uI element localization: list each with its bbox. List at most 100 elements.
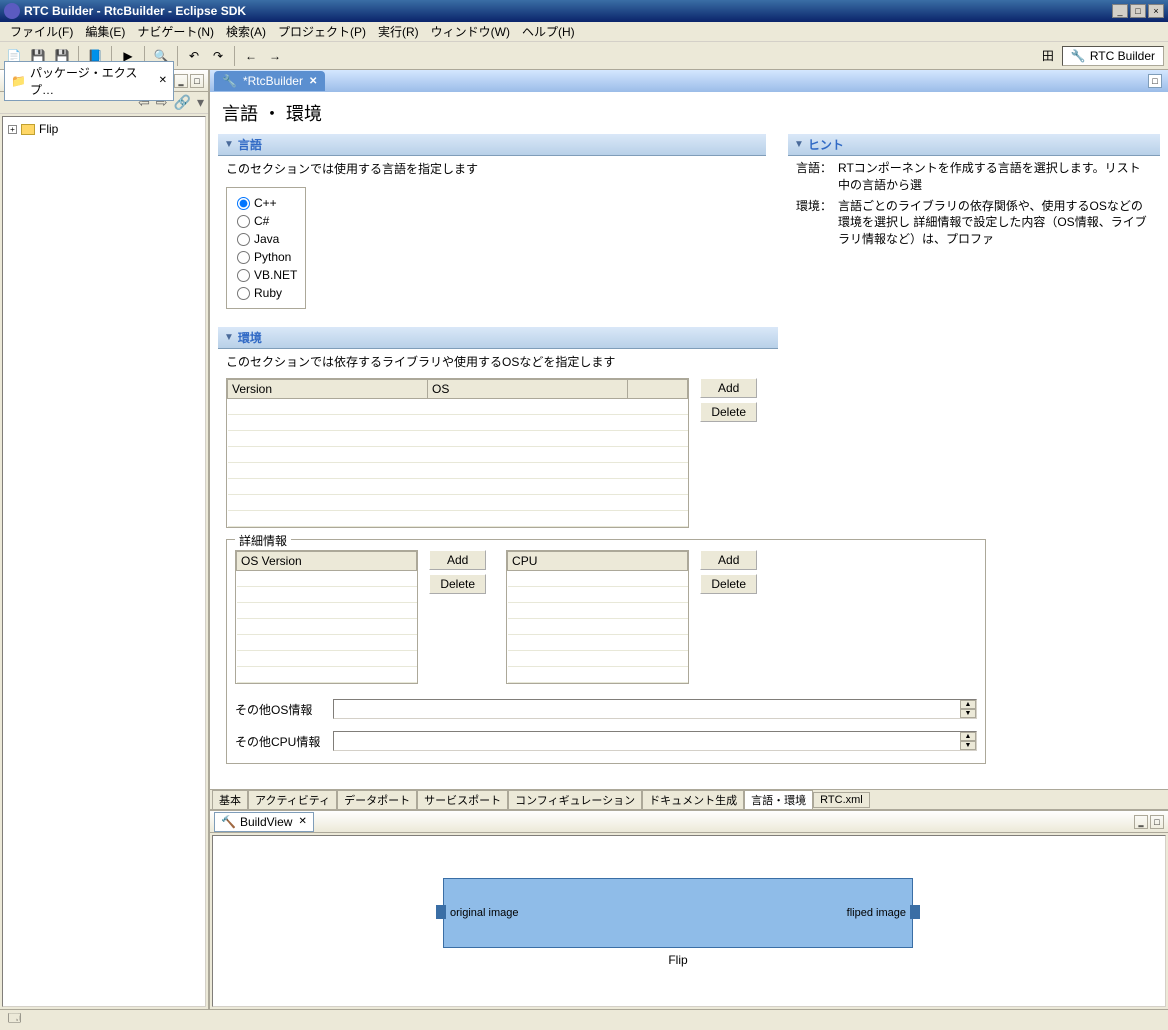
- lang-section-desc: このセクションでは使用する言語を指定します: [218, 156, 766, 181]
- perspective-button[interactable]: 🔧 RTC Builder: [1062, 46, 1164, 66]
- bottom-tab[interactable]: アクティビティ: [248, 790, 337, 810]
- bottom-tab[interactable]: ドキュメント生成: [642, 790, 744, 810]
- lang-option[interactable]: C++: [237, 194, 295, 212]
- perspective-label: RTC Builder: [1090, 49, 1155, 63]
- hint-key: 言語：: [796, 160, 832, 194]
- bottom-tab[interactable]: 言語・環境: [744, 790, 813, 810]
- package-explorer-tab[interactable]: 📁 パッケージ・エクスプ… ✕: [4, 61, 174, 101]
- separator: [234, 46, 235, 66]
- env-add-button[interactable]: Add: [700, 378, 757, 398]
- lang-option[interactable]: VB.NET: [237, 266, 295, 284]
- menu-search[interactable]: 検索(A): [220, 21, 272, 42]
- lang-section-bar[interactable]: ▼言語: [218, 134, 766, 156]
- osversion-table[interactable]: OS Version: [235, 550, 418, 684]
- menu-icon[interactable]: ▾: [197, 94, 204, 111]
- bottom-tab[interactable]: 基本: [212, 790, 248, 810]
- statusbar: 🗔: [0, 1009, 1168, 1029]
- bottom-tab[interactable]: データポート: [337, 790, 417, 810]
- bottom-tab[interactable]: コンフィギュレーション: [508, 790, 642, 810]
- close-icon[interactable]: ✕: [159, 75, 167, 86]
- close-icon[interactable]: ✕: [298, 816, 306, 827]
- titlebar: RTC Builder - RtcBuilder - Eclipse SDK _…: [0, 0, 1168, 22]
- menu-window[interactable]: ウィンドウ(W): [425, 21, 516, 42]
- spin-up-icon[interactable]: ▲: [960, 700, 976, 709]
- cpu-add-button[interactable]: Add: [700, 550, 757, 570]
- lang-option[interactable]: Python: [237, 248, 295, 266]
- col-os[interactable]: OS: [428, 380, 628, 399]
- minimize-view-icon[interactable]: ‗: [174, 74, 188, 88]
- spin-down-icon[interactable]: ▼: [960, 741, 976, 750]
- cpu-delete-button[interactable]: Delete: [700, 574, 757, 594]
- minimize-button[interactable]: _: [1112, 4, 1128, 18]
- other-os-input[interactable]: [334, 700, 960, 718]
- project-tree[interactable]: + Flip: [2, 116, 206, 1007]
- editor-area: 🔧 *RtcBuilder ✕ □ 言語 ・ 環境 ▼言語 このセクションでは使…: [210, 70, 1168, 1009]
- forward-icon[interactable]: →: [265, 46, 285, 66]
- other-cpu-input[interactable]: [334, 732, 960, 750]
- col-version[interactable]: Version: [228, 380, 428, 399]
- col-empty: [628, 380, 688, 399]
- lang-label: C#: [254, 214, 269, 228]
- expand-icon[interactable]: +: [8, 125, 17, 134]
- hint-section-title: ヒント: [808, 136, 844, 153]
- lang-radio[interactable]: [237, 197, 250, 210]
- prev-icon[interactable]: ↶: [184, 46, 204, 66]
- perspective-switcher-icon[interactable]: 田: [1038, 46, 1058, 66]
- lang-label: VB.NET: [254, 268, 297, 282]
- menu-edit[interactable]: 編集(E): [79, 21, 131, 42]
- menu-file[interactable]: ファイル(F): [4, 21, 79, 42]
- menu-navigate[interactable]: ナビゲート(N): [131, 21, 220, 42]
- twistie-icon[interactable]: ▼: [794, 139, 804, 150]
- back-icon[interactable]: ←: [241, 46, 261, 66]
- lang-radio[interactable]: [237, 269, 250, 282]
- tree-node[interactable]: + Flip: [7, 121, 201, 137]
- minimize-view-icon[interactable]: ‗: [1134, 815, 1148, 829]
- lang-option[interactable]: Ruby: [237, 284, 295, 302]
- cpu-table[interactable]: CPU: [506, 550, 689, 684]
- bottom-tab[interactable]: RTC.xml: [813, 792, 870, 808]
- package-explorer-title: パッケージ・エクスプ…: [30, 64, 153, 98]
- maximize-view-icon[interactable]: □: [190, 74, 204, 88]
- lang-option[interactable]: Java: [237, 230, 295, 248]
- env-delete-button[interactable]: Delete: [700, 402, 757, 422]
- twistie-icon[interactable]: ▼: [224, 332, 234, 343]
- maximize-view-icon[interactable]: □: [1150, 815, 1164, 829]
- spin-up-icon[interactable]: ▲: [960, 732, 976, 741]
- spin-down-icon[interactable]: ▼: [960, 709, 976, 718]
- bottom-tab[interactable]: サービスポート: [417, 790, 508, 810]
- editor-tab-title: *RtcBuilder: [243, 74, 303, 88]
- menu-help[interactable]: ヘルプ(H): [516, 21, 581, 42]
- next-icon[interactable]: ↷: [208, 46, 228, 66]
- env-table[interactable]: VersionOS: [226, 378, 689, 528]
- col-osversion[interactable]: OS Version: [237, 552, 417, 571]
- rtc-component[interactable]: original image fliped image Flip: [443, 878, 913, 948]
- hint-value: RTコンポーネントを作成する言語を選択します。リスト中の言語から選: [838, 160, 1152, 194]
- hint-section-bar[interactable]: ▼ ヒント: [788, 134, 1160, 156]
- col-cpu[interactable]: CPU: [508, 552, 688, 571]
- lang-label: Python: [254, 250, 291, 264]
- osversion-delete-button[interactable]: Delete: [429, 574, 486, 594]
- osversion-add-button[interactable]: Add: [429, 550, 486, 570]
- close-button[interactable]: ×: [1148, 4, 1164, 18]
- env-section-title: 環境: [238, 329, 262, 346]
- in-port-icon[interactable]: [436, 905, 446, 919]
- lang-radio[interactable]: [237, 287, 250, 300]
- out-port-label: fliped image: [847, 907, 906, 919]
- link-icon[interactable]: 🔗: [174, 94, 191, 111]
- out-port-icon[interactable]: [910, 905, 920, 919]
- menu-project[interactable]: プロジェクト(P): [272, 21, 372, 42]
- lang-radio[interactable]: [237, 233, 250, 246]
- env-section-bar[interactable]: ▼ 環境: [218, 327, 778, 349]
- maximize-view-icon[interactable]: □: [1148, 74, 1162, 88]
- lang-radio[interactable]: [237, 215, 250, 228]
- lang-option[interactable]: C#: [237, 212, 295, 230]
- perspective-icon: 🔧: [1071, 49, 1086, 63]
- lang-radio[interactable]: [237, 251, 250, 264]
- close-icon[interactable]: ✕: [309, 76, 317, 87]
- editor-tab[interactable]: 🔧 *RtcBuilder ✕: [214, 71, 325, 91]
- buildview-tab[interactable]: 🔨 BuildView ✕: [214, 812, 314, 832]
- buildview-canvas[interactable]: original image fliped image Flip: [212, 835, 1166, 1007]
- menu-run[interactable]: 実行(R): [372, 21, 425, 42]
- maximize-button[interactable]: □: [1130, 4, 1146, 18]
- twistie-icon[interactable]: ▼: [224, 139, 234, 150]
